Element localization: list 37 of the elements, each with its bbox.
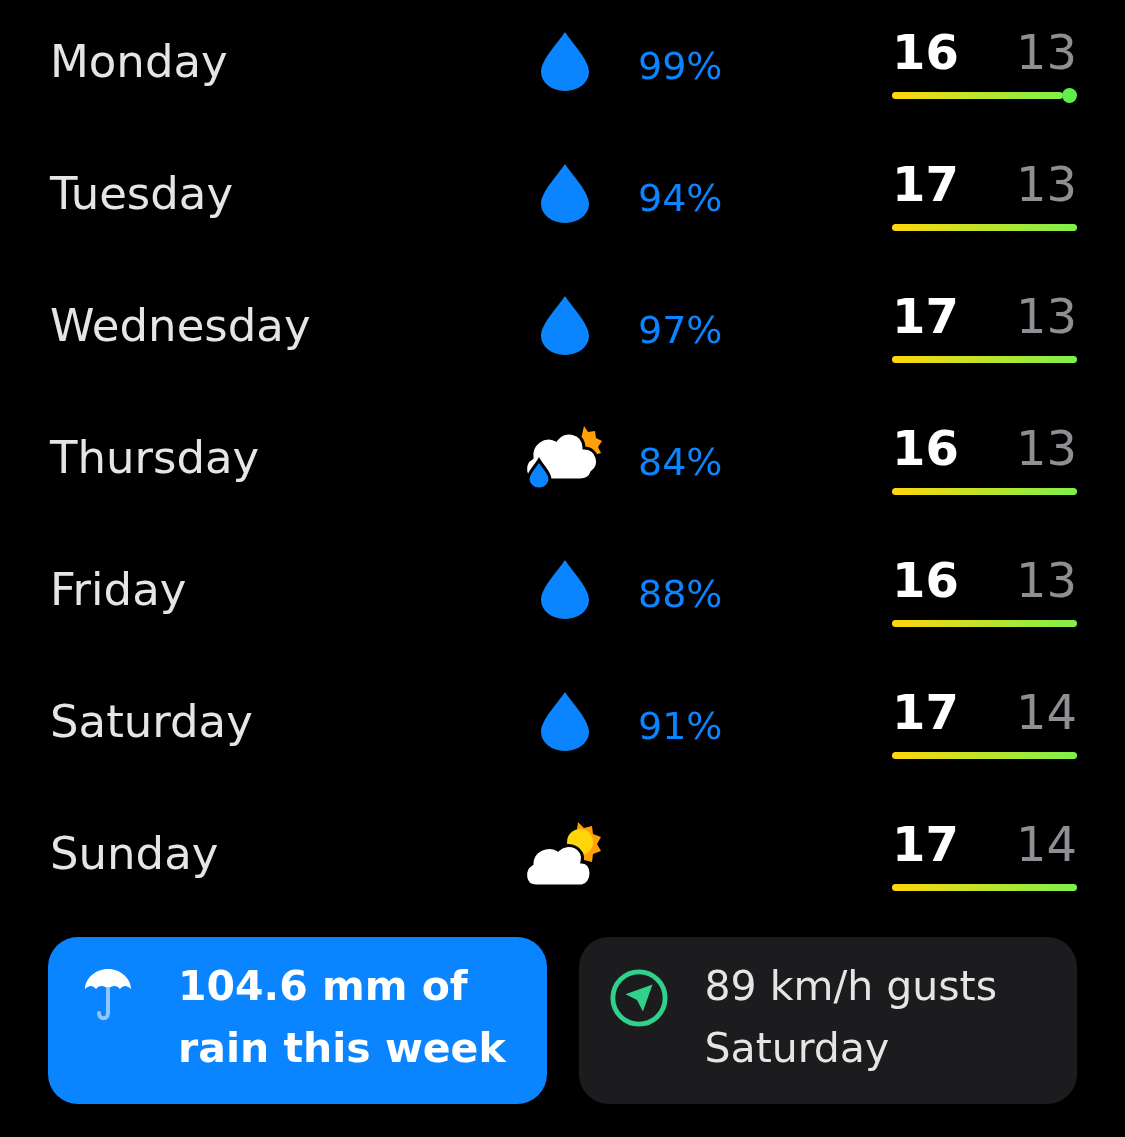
summary-text: 89 km/h gusts Saturday — [704, 961, 999, 1074]
precipitation-chance: 84% — [637, 440, 723, 484]
high-temperature: 16 — [892, 421, 959, 474]
precipitation-chance: 99% — [637, 44, 723, 88]
raindrop-icon — [539, 162, 591, 224]
day-name: Thursday — [50, 430, 261, 484]
low-temperature: 13 — [1015, 421, 1077, 474]
high-temperature: 17 — [892, 685, 959, 738]
rain-summary-card[interactable]: 104.6 mm of rain this week — [48, 937, 547, 1104]
low-temperature: 14 — [1015, 817, 1077, 870]
day-name: Saturday — [50, 694, 254, 748]
raindrop-icon — [539, 294, 591, 356]
umbrella-icon — [83, 967, 133, 1023]
precipitation-chance: 94% — [637, 176, 723, 220]
low-temperature: 13 — [1015, 25, 1077, 78]
precipitation-chance: 97% — [637, 308, 723, 352]
low-temperature: 14 — [1015, 685, 1077, 738]
wind-summary-card[interactable]: 89 km/h gusts Saturday — [578, 937, 1077, 1104]
low-temperature: 13 — [1015, 157, 1077, 210]
high-temperature: 16 — [892, 25, 959, 78]
day-name: Wednesday — [50, 298, 312, 352]
raindrop-icon — [539, 30, 591, 92]
low-temperature: 13 — [1015, 553, 1077, 606]
high-temperature: 17 — [892, 817, 959, 870]
summary-text: 104.6 mm of rain this week — [178, 961, 507, 1074]
high-temperature: 17 — [892, 157, 959, 210]
day-name: Monday — [50, 34, 229, 88]
low-temperature: 13 — [1015, 289, 1077, 342]
raindrop-icon — [539, 558, 591, 620]
precipitation-chance: 88% — [637, 572, 723, 616]
high-temperature: 16 — [892, 553, 959, 606]
precipitation-chance: 91% — [637, 704, 723, 748]
day-name: Friday — [50, 562, 188, 616]
high-temperature: 17 — [892, 289, 959, 342]
raindrop-icon — [539, 690, 591, 752]
day-name: Sunday — [50, 826, 220, 880]
day-name: Tuesday — [50, 166, 235, 220]
